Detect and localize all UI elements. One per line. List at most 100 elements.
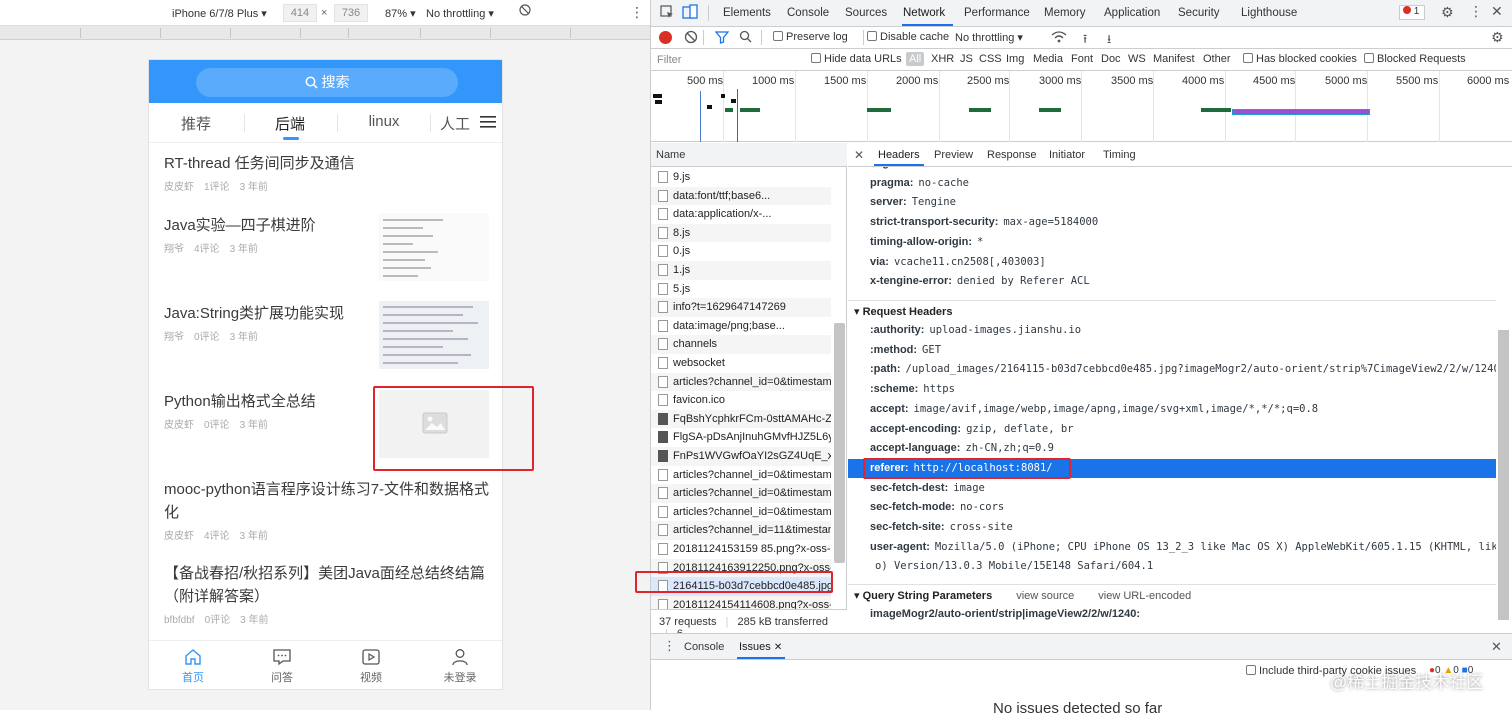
tab-backend[interactable]: 后端 (250, 113, 330, 134)
request-row[interactable]: articles?channel_id=0&timestamp (651, 466, 831, 485)
request-row[interactable]: FnPs1WVGwfOaYI2sGZ4UqE_xD8 (651, 447, 831, 466)
tab-initiator[interactable]: Initiator (1049, 149, 1085, 161)
search-bar[interactable]: 搜索 (196, 68, 458, 97)
inspect-element-icon[interactable] (660, 5, 674, 22)
article-item[interactable]: mooc-python语言程序设计练习7-文件和数据格式化 皮皮虾 4评论 3 年前 (164, 478, 494, 542)
detail-scrollbar[interactable] (1498, 330, 1509, 620)
tab-recommend[interactable]: 推荐 (156, 113, 236, 134)
request-row[interactable]: info?t=1629647147269 (651, 298, 831, 317)
nav-home[interactable]: 首页 (163, 647, 223, 685)
height-input[interactable]: 736 (334, 4, 368, 22)
nav-profile[interactable]: 未登录 (430, 647, 490, 685)
request-row[interactable]: articles?channel_id=11&timestam (651, 521, 831, 540)
name-column-header[interactable]: Name (651, 143, 847, 167)
media-query-ruler (0, 26, 650, 40)
drawer-tab-console[interactable]: Console (684, 641, 724, 653)
view-source-link[interactable]: view source (1016, 590, 1074, 602)
article-item[interactable]: 【备战春招/秋招系列】美团Java面经总结终结篇（附详解答案） bfbfdbf 0… (164, 562, 494, 626)
filter-type-css[interactable]: CSS (979, 53, 1002, 65)
filter-type-manifest[interactable]: Manifest (1153, 53, 1195, 65)
request-row[interactable]: channels (651, 335, 831, 354)
article-item[interactable]: RT-thread 任务间同步及通信 皮皮虾 1评论 3 年前 (164, 152, 494, 193)
network-settings-gear-icon[interactable]: ⚙ (1491, 29, 1504, 46)
network-throttle-select[interactable]: No throttling ▾ (955, 31, 1023, 44)
tab-network[interactable]: Network (903, 7, 945, 19)
nav-qa[interactable]: 问答 (252, 647, 312, 685)
filter-type-xhr[interactable]: XHR (931, 53, 954, 65)
tab-headers[interactable]: Headers (878, 149, 920, 161)
network-conditions-icon[interactable] (1051, 30, 1067, 47)
drawer-menu-icon[interactable]: ⋮ (663, 638, 676, 654)
device-toolbar-icon[interactable] (682, 4, 698, 23)
request-row[interactable]: FqBshYcphkrFCm-0sttAMAHc-ZxD (651, 409, 831, 429)
tab-response[interactable]: Response (987, 149, 1037, 161)
close-drawer-icon[interactable]: ✕ (1491, 639, 1502, 655)
import-har-icon[interactable]: ⭱ (1083, 30, 1087, 51)
request-row[interactable]: favicon.ico (651, 391, 831, 410)
nav-video[interactable]: 视频 (341, 647, 401, 685)
export-har-icon[interactable]: ⭳ (1107, 30, 1111, 51)
tab-console[interactable]: Console (787, 7, 829, 19)
more-options-icon[interactable]: ⋮ (1469, 3, 1483, 20)
request-row[interactable]: articles?channel_id=0&timestamp (651, 372, 831, 392)
filter-type-js[interactable]: JS (960, 53, 973, 65)
request-row[interactable]: websocket (651, 354, 831, 373)
tab-security[interactable]: Security (1178, 7, 1220, 19)
rotate-icon[interactable] (519, 4, 531, 19)
request-row[interactable]: data:font/ttf;base6... (651, 186, 831, 206)
request-row[interactable]: 0.js (651, 242, 831, 261)
filter-icon[interactable] (714, 30, 730, 47)
request-row[interactable]: 20181124153159 85.png?x-oss-pr (651, 540, 831, 559)
drawer-tab-issues[interactable]: Issues ✕ (739, 641, 782, 653)
request-row[interactable]: articles?channel_id=0&timestamp (651, 503, 831, 522)
tab-memory[interactable]: Memory (1044, 7, 1086, 19)
view-url-encoded-link[interactable]: view URL-encoded (1098, 590, 1191, 602)
filter-type-all[interactable]: All (906, 52, 925, 66)
has-blocked-cookies-checkbox[interactable]: Has blocked cookies (1243, 53, 1357, 65)
tab-sources[interactable]: Sources (845, 7, 887, 19)
request-list-scrollbar[interactable] (834, 323, 845, 563)
close-devtools-icon[interactable]: ✕ (1491, 3, 1503, 20)
settings-gear-icon[interactable]: ⚙ (1441, 4, 1454, 21)
preserve-log-checkbox[interactable]: Preserve log (773, 31, 848, 43)
throttle-select[interactable]: No throttling ▾ (426, 7, 494, 20)
tab-application[interactable]: Application (1104, 7, 1160, 19)
request-row[interactable]: data:image/png;base... (651, 317, 831, 336)
tab-linux[interactable]: linux (344, 113, 424, 130)
tab-performance[interactable]: Performance (964, 7, 1030, 19)
tab-timing[interactable]: Timing (1103, 149, 1136, 161)
disable-cache-checkbox[interactable]: Disable cache (867, 31, 949, 43)
device-select[interactable]: iPhone 6/7/8 Plus ▾ (172, 7, 267, 20)
blocked-requests-checkbox[interactable]: Blocked Requests (1364, 53, 1466, 65)
close-detail-icon[interactable]: ✕ (854, 148, 864, 162)
request-row[interactable]: FlgSA-pDsAnjInuhGMvfHJZ5L6yj (651, 428, 831, 447)
record-icon[interactable] (659, 31, 672, 44)
tab-lighthouse[interactable]: Lighthouse (1241, 7, 1297, 19)
request-row[interactable]: data:application/x-... (651, 205, 831, 224)
filter-type-doc[interactable]: Doc (1101, 53, 1121, 65)
filter-type-img[interactable]: Img (1006, 53, 1024, 65)
width-input[interactable]: 414 (283, 4, 317, 22)
more-options-icon[interactable]: ⋮ (630, 4, 644, 21)
request-row[interactable]: 1.js (651, 261, 831, 280)
request-row[interactable]: 5.js (651, 280, 831, 299)
request-row[interactable]: 8.js (651, 223, 831, 243)
request-row[interactable]: articles?channel_id=0&timestamp (651, 484, 831, 503)
filter-input[interactable]: Filter (657, 54, 805, 66)
search-icon[interactable] (739, 30, 752, 46)
clear-icon[interactable] (684, 30, 698, 47)
filter-type-other[interactable]: Other (1203, 53, 1231, 65)
error-badge[interactable]: 1 (1399, 5, 1425, 20)
query-string-section[interactable]: ▾ Query String Parameters view source view… (848, 584, 1496, 604)
tab-preview[interactable]: Preview (934, 149, 973, 161)
filter-type-font[interactable]: Font (1071, 53, 1093, 65)
request-row[interactable]: 9.js (651, 168, 831, 187)
filter-type-media[interactable]: Media (1033, 53, 1063, 65)
filter-type-ws[interactable]: WS (1128, 53, 1146, 65)
tab-elements[interactable]: Elements (723, 7, 771, 19)
channel-menu-icon[interactable] (480, 115, 496, 133)
tab-ai[interactable]: 人工 (425, 113, 485, 134)
zoom-select[interactable]: 87% ▾ (385, 7, 416, 20)
hide-data-urls-checkbox[interactable]: Hide data URLs (811, 53, 902, 65)
request-headers-section[interactable]: ▾ Request Headers (848, 300, 1496, 320)
